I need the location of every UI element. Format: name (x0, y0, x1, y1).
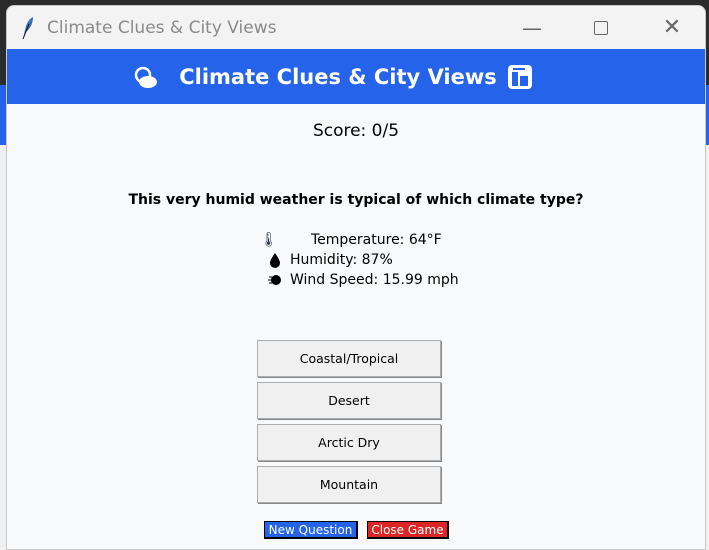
minimize-button[interactable]: — (509, 6, 555, 49)
answer-button-desert[interactable]: Desert (257, 382, 441, 419)
wind-text: Wind Speed: 15.99 mph (290, 272, 459, 288)
question-text: This very humid weather is typical of wh… (128, 192, 584, 208)
window-title: Climate Clues & City Views (47, 17, 277, 38)
app-header: Climate Clues & City Views (7, 49, 705, 104)
close-window-button[interactable]: ✕ (649, 6, 695, 49)
score-label: Score: 0/5 (312, 121, 400, 141)
humidity-row: Humidity: 87% (260, 250, 459, 270)
humidity-text: Humidity: 87% (290, 252, 393, 268)
cityscape-icon (507, 64, 532, 89)
weather-info: 🌡 Temperature: 64°F Humidity: 87% Wind Sp… (260, 230, 459, 290)
wind-row: Wind Speed: 15.99 mph (260, 270, 459, 290)
answer-button-mountain[interactable]: Mountain (257, 466, 441, 503)
temperature-text: Temperature: 64°F (311, 232, 442, 248)
sun-cloud-icon (134, 66, 157, 88)
droplet-icon (270, 253, 280, 268)
close-game-button[interactable]: Close Game (367, 521, 449, 539)
thermometer-icon: 🌡 (260, 232, 278, 248)
answer-button-arctic-dry[interactable]: Arctic Dry (257, 424, 441, 461)
header-title: Climate Clues & City Views (179, 64, 497, 89)
title-bar: Climate Clues & City Views — ✕ (7, 6, 705, 49)
wind-icon (268, 275, 281, 285)
maximize-button[interactable] (578, 6, 624, 49)
feather-icon (22, 16, 33, 39)
temperature-row: 🌡 Temperature: 64°F (260, 230, 459, 250)
new-question-button[interactable]: New Question (264, 521, 358, 539)
answer-button-coastal-tropical[interactable]: Coastal/Tropical (257, 340, 441, 377)
